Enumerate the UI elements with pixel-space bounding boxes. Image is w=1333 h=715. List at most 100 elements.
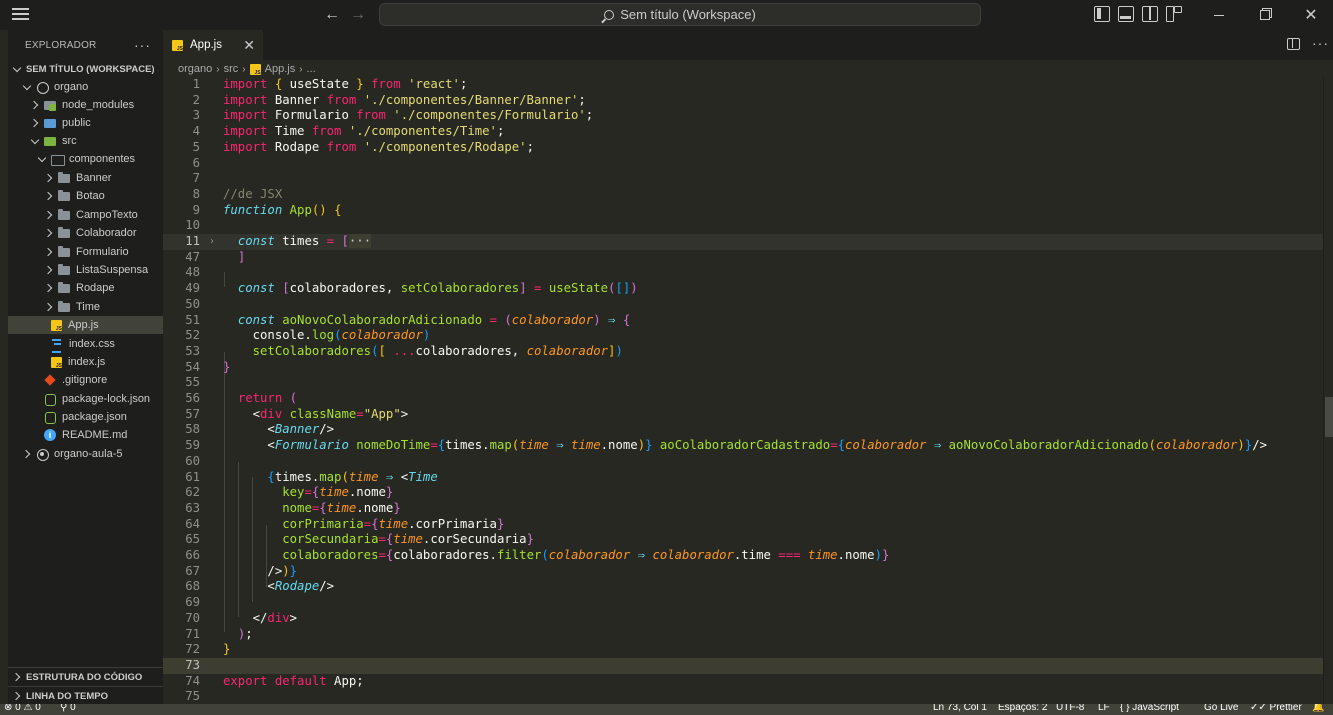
code-line: 59 <Formulario nomeDoTime={times.map(tim…: [185, 438, 1268, 453]
tree-item-package-json[interactable]: package.json: [8, 408, 163, 426]
tree-item-readme[interactable]: README.md: [8, 426, 163, 444]
breadcrumb-item[interactable]: organo: [178, 63, 212, 75]
problems-indicator[interactable]: ⊗ 0 ⚠ 0: [4, 704, 41, 713]
breadcrumb: organo › src › App.js › ...: [178, 61, 316, 77]
minimize-button[interactable]: [1196, 0, 1242, 30]
menu-icon[interactable]: [8, 5, 34, 25]
code-line: 74 export default App;: [185, 673, 364, 688]
tree-item-organo-aula-5[interactable]: organo-aula-5: [8, 445, 163, 463]
tree-item-rodape[interactable]: Rodape: [8, 279, 163, 297]
chevron-right-icon: [44, 302, 54, 312]
tab-app-js[interactable]: App.js ✕: [163, 30, 263, 60]
tree-item-node-modules[interactable]: node_modules: [8, 96, 163, 114]
toggle-primary-sidebar-icon[interactable]: [1094, 6, 1110, 22]
breadcrumb-item[interactable]: src: [224, 63, 239, 75]
restore-button[interactable]: [1242, 0, 1288, 30]
tree-item-formulario[interactable]: Formulario: [8, 243, 163, 261]
public-folder-icon: [44, 117, 56, 129]
more-actions-icon[interactable]: ···: [1312, 35, 1329, 51]
fold-chevron-icon[interactable]: ›: [209, 234, 215, 250]
tree-item-campotexto[interactable]: CampoTexto: [8, 206, 163, 224]
code-line: 71 );: [185, 626, 253, 641]
close-icon[interactable]: ✕: [243, 37, 255, 54]
tree-item-banner[interactable]: Banner: [8, 169, 163, 187]
workspace-header[interactable]: SEM TÍTULO (WORKSPACE): [8, 60, 163, 78]
split-editor-icon[interactable]: [1287, 38, 1300, 50]
folder-icon: [58, 301, 70, 313]
back-arrow-icon[interactable]: ←: [322, 5, 342, 25]
tree-item-organo[interactable]: organo: [8, 78, 163, 96]
root-folder-icon: [36, 448, 49, 461]
chevron-right-icon: [44, 191, 54, 201]
chevron-right-icon: [44, 265, 54, 275]
code-line: 3 import Formulario from './componentes/F…: [192, 108, 594, 123]
javascript-file-icon: [249, 63, 261, 76]
tree-item-app-js[interactable]: App.js: [8, 316, 163, 334]
tree-item-index-css[interactable]: index.css: [8, 335, 163, 353]
code-line: 61 {times.map(time ⇒ <Time: [185, 469, 438, 484]
explorer-sidebar: EXPLORADOR ··· SEM TÍTULO (WORKSPACE) or…: [8, 30, 163, 704]
prettier-status[interactable]: ✓✓ Prettier: [1250, 704, 1302, 713]
toggle-secondary-sidebar-icon[interactable]: [1142, 6, 1158, 22]
root-folder-icon: [36, 81, 49, 94]
tree-item-botao[interactable]: Botao: [8, 187, 163, 205]
outline-section[interactable]: ESTRUTURA DO CÓDIGO: [8, 667, 163, 686]
breadcrumb-item[interactable]: ...: [307, 63, 316, 75]
tree-item-package-lock[interactable]: package-lock.json: [8, 390, 163, 408]
code-line: 1 import { useState } from 'react';: [192, 77, 468, 91]
chevron-down-icon: [37, 154, 47, 164]
git-file-icon: [44, 374, 56, 386]
code-line: 69: [185, 595, 200, 610]
scrollbar-thumb[interactable]: [1325, 397, 1333, 437]
command-center-search[interactable]: Sem título (Workspace): [379, 3, 981, 26]
tree-item-componentes[interactable]: componentes: [8, 150, 163, 168]
workspace-title: Sem título (Workspace): [620, 7, 756, 22]
cursor-position[interactable]: Ln 73, Col 1: [933, 704, 987, 713]
go-live-button[interactable]: Go Live: [1204, 704, 1238, 713]
javascript-file-icon: [51, 356, 62, 369]
tree-item-src[interactable]: src: [8, 132, 163, 150]
tree-item-gitignore[interactable]: .gitignore: [8, 371, 163, 389]
code-line: 75: [185, 689, 200, 704]
encoding[interactable]: UTF-8: [1056, 704, 1084, 713]
tree-item-time[interactable]: Time: [8, 298, 163, 316]
npm-file-icon: [44, 411, 56, 424]
timeline-section[interactable]: LINHA DO TEMPO: [8, 686, 163, 705]
folder-icon: [58, 172, 70, 184]
code-editor[interactable]: 1 import { useState } from 'react'; 2 impo…: [163, 77, 1333, 704]
breadcrumb-item[interactable]: App.js: [265, 63, 296, 75]
chevron-right-icon: [30, 100, 40, 110]
toggle-panel-icon[interactable]: [1118, 6, 1134, 22]
code-line: 50: [185, 296, 200, 311]
ports-indicator[interactable]: ⚲ 0: [60, 704, 76, 713]
code-line: 51 const aoNovoColaboradorAdicionado = (…: [185, 312, 631, 327]
code-line: 72}: [185, 642, 231, 657]
src-folder-icon: [44, 135, 56, 147]
chevron-right-icon: [30, 118, 40, 128]
customize-layout-icon[interactable]: [1166, 6, 1182, 22]
tree-item-colaborador[interactable]: Colaborador: [8, 224, 163, 242]
forward-arrow-icon[interactable]: →: [348, 5, 368, 25]
code-line: 54}: [185, 359, 231, 374]
css-file-icon: [51, 338, 63, 353]
chevron-down-icon: [30, 136, 40, 146]
search-icon: [604, 9, 615, 20]
chevron-right-icon: [12, 672, 22, 682]
chevron-down-icon: [22, 82, 32, 92]
code-line: 70 </div>: [185, 610, 298, 625]
language-mode[interactable]: { } JavaScript: [1120, 704, 1179, 713]
code-line: 56 return (: [185, 391, 298, 405]
indentation[interactable]: Espaços: 2: [998, 704, 1047, 713]
folder-icon: [58, 282, 70, 294]
tree-item-public[interactable]: public: [8, 114, 163, 132]
code-line: 55: [185, 375, 200, 390]
javascript-file-icon: [172, 39, 183, 52]
tree-item-index-js[interactable]: index.js: [8, 353, 163, 371]
folder-icon: [58, 227, 70, 239]
bell-icon[interactable]: 🔔: [1312, 704, 1324, 713]
close-button[interactable]: ✕: [1288, 0, 1333, 30]
tree-item-listasuspensa[interactable]: ListaSuspensa: [8, 261, 163, 279]
line-ending[interactable]: LF: [1098, 704, 1110, 713]
more-actions-icon[interactable]: ···: [134, 37, 151, 53]
vertical-scrollbar[interactable]: [1323, 77, 1333, 704]
